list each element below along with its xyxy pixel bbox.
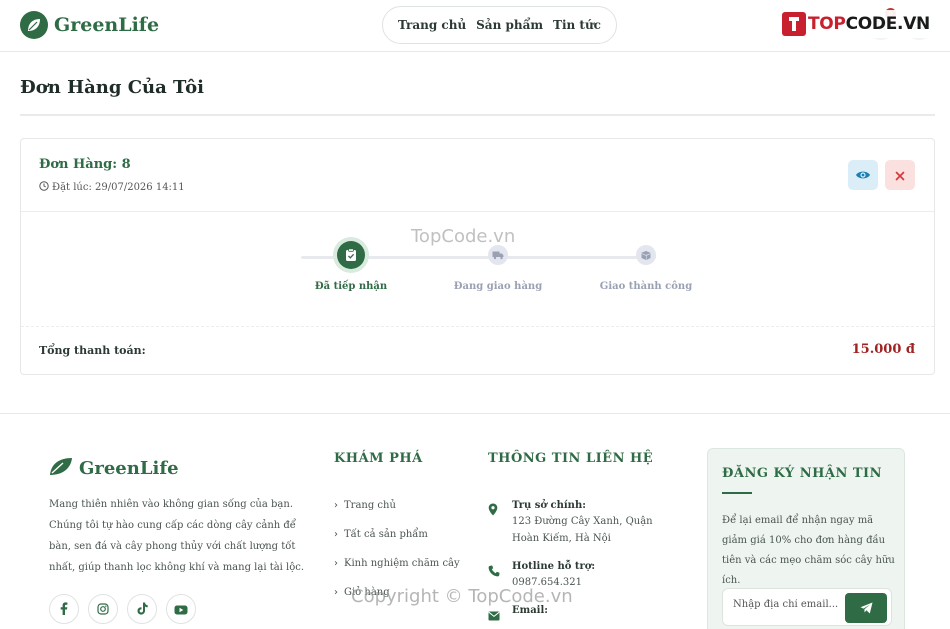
brand-suffix: CODE.VN bbox=[845, 14, 931, 34]
order-header: Đơn Hàng: 8 Đặt lúc: 29/07/2026 14:11 bbox=[21, 139, 934, 212]
order-time-text: Đặt lúc: 29/07/2026 14:11 bbox=[52, 182, 185, 193]
chevron-right-icon: › bbox=[334, 500, 338, 511]
youtube-icon bbox=[174, 600, 188, 619]
order-number: Đơn Hàng: 8 bbox=[39, 157, 131, 172]
footer-link-home[interactable]: › Trang chủ bbox=[334, 500, 460, 529]
step-shipping: Đang giao hàng bbox=[448, 243, 548, 292]
footer-logo-text: GreenLife bbox=[79, 457, 179, 479]
newsletter-email-input[interactable] bbox=[733, 599, 843, 610]
order-time: Đặt lúc: 29/07/2026 14:11 bbox=[39, 181, 185, 194]
nav-item-home[interactable]: Trang chủ bbox=[398, 18, 466, 32]
clock-icon bbox=[39, 181, 49, 194]
page-title: Đơn Hàng Của Tôi bbox=[20, 77, 204, 98]
eye-icon bbox=[855, 166, 871, 185]
nav-item-products[interactable]: Sản phẩm bbox=[476, 18, 543, 32]
map-pin-icon bbox=[488, 500, 500, 547]
step-received: Đã tiếp nhận bbox=[301, 241, 401, 292]
footer-link-plant-care[interactable]: › Kinh nghiệm chăm cây bbox=[334, 558, 460, 587]
leaf-icon bbox=[20, 11, 48, 39]
topcode-brand-badge: TOPCODE.VN bbox=[777, 10, 934, 38]
logo[interactable]: GreenLife bbox=[20, 11, 159, 39]
step-label: Đang giao hàng bbox=[453, 281, 543, 292]
paper-plane-icon bbox=[860, 599, 873, 618]
newsletter-title-underline bbox=[722, 492, 752, 494]
chevron-right-icon: › bbox=[334, 558, 338, 569]
instagram-link[interactable] bbox=[88, 594, 118, 624]
cancel-order-button[interactable] bbox=[885, 160, 915, 190]
chevron-right-icon: › bbox=[334, 587, 338, 598]
social-links bbox=[49, 594, 196, 624]
youtube-link[interactable] bbox=[166, 594, 196, 624]
explore-title: KHÁM PHÁ bbox=[334, 451, 423, 466]
order-card: Đơn Hàng: 8 Đặt lúc: 29/07/2026 14:11 To… bbox=[20, 138, 935, 375]
truck-icon bbox=[488, 245, 508, 265]
order-progress: Đã tiếp nhận Đang giao hàng Giao thành c… bbox=[301, 235, 692, 305]
address-title: Trụ sở chính: bbox=[512, 500, 586, 511]
footer-logo[interactable]: GreenLife bbox=[49, 456, 179, 480]
site-header: GreenLife Trang chủ Sản phẩm Tin tức 0 T… bbox=[0, 0, 950, 52]
hotline-title: Hotline hỗ trợ: bbox=[512, 561, 596, 572]
envelope-icon bbox=[488, 605, 500, 625]
clipboard-check-icon bbox=[337, 241, 365, 269]
tiktok-link[interactable] bbox=[127, 594, 157, 624]
newsletter-submit-button[interactable] bbox=[845, 593, 887, 623]
link-label: Trang chủ bbox=[344, 500, 396, 511]
logo-text: GreenLife bbox=[54, 14, 160, 36]
title-divider bbox=[20, 114, 935, 116]
newsletter-description: Để lại email để nhận ngay mã giảm giá 10… bbox=[722, 515, 895, 586]
leaf-icon bbox=[49, 456, 73, 480]
contact-address: Trụ sở chính: 123 Đường Cây Xanh, Quận H… bbox=[488, 500, 678, 547]
copyright-watermark: Copyright © TopCode.vn bbox=[351, 586, 573, 607]
step-label: Đã tiếp nhận bbox=[314, 281, 388, 292]
newsletter-title: ĐĂNG KÝ NHẬN TIN bbox=[722, 466, 883, 481]
box-open-icon bbox=[636, 245, 656, 265]
step-label: Giao thành công bbox=[599, 281, 693, 292]
contact-title: THÔNG TIN LIÊN HỆ bbox=[488, 451, 654, 466]
chevron-right-icon: › bbox=[334, 529, 338, 540]
total-label: Tổng thanh toán: bbox=[39, 344, 146, 357]
topcode-logo-icon bbox=[781, 12, 806, 36]
footer-description: Mang thiên nhiên vào không gian sống của… bbox=[49, 499, 305, 573]
instagram-icon bbox=[97, 600, 109, 619]
step-delivered: Giao thành công bbox=[596, 243, 696, 292]
main-nav: Trang chủ Sản phẩm Tin tức bbox=[382, 6, 617, 44]
facebook-link[interactable] bbox=[49, 594, 79, 624]
brand-prefix: TOP bbox=[807, 14, 846, 34]
address-text: 123 Đường Cây Xanh, Quận Hoàn Kiếm, Hà N… bbox=[512, 516, 653, 544]
newsletter-box: ĐĂNG KÝ NHẬN TIN Để lại email để nhận ng… bbox=[707, 448, 905, 629]
facebook-icon bbox=[60, 600, 68, 619]
order-footer: Tổng thanh toán: 15.000 đ bbox=[21, 326, 934, 374]
footer-link-all-products[interactable]: › Tất cả sản phẩm bbox=[334, 529, 460, 558]
contact-email: Email: bbox=[488, 605, 678, 625]
topcode-brand-text: TOPCODE.VN bbox=[808, 14, 930, 34]
total-value: 15.000 đ bbox=[851, 342, 915, 357]
nav-item-news[interactable]: Tin tức bbox=[553, 18, 601, 32]
view-order-button[interactable] bbox=[848, 160, 878, 190]
contact-info: Trụ sở chính: 123 Đường Cây Xanh, Quận H… bbox=[488, 500, 678, 629]
link-label: Tất cả sản phẩm bbox=[344, 529, 428, 540]
tiktok-icon bbox=[137, 600, 148, 619]
link-label: Kinh nghiệm chăm cây bbox=[344, 558, 460, 569]
close-icon bbox=[895, 166, 905, 185]
newsletter-form bbox=[722, 588, 892, 626]
